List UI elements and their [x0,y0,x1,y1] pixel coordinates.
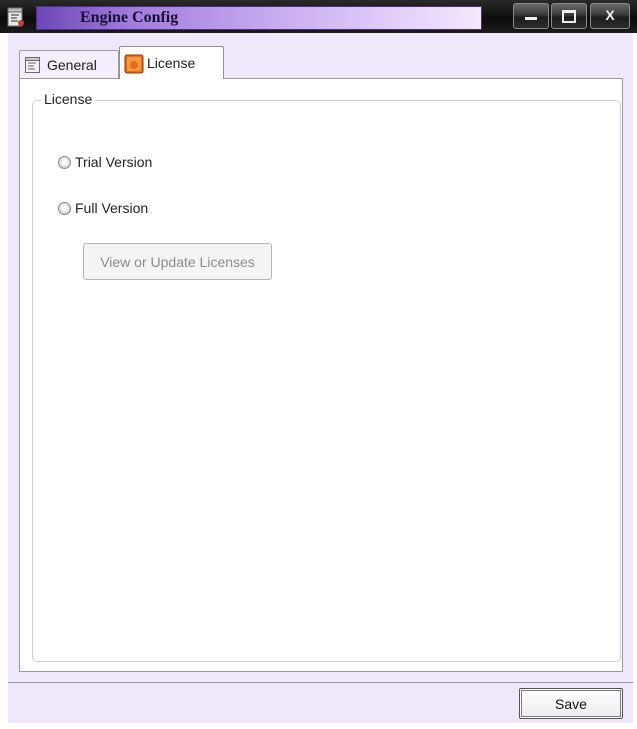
license-tab-page: License Trial Version Full Version View … [19,78,623,672]
tab-license[interactable]: License [119,46,224,79]
close-icon: X [605,7,615,23]
title-panel: Engine Config [36,6,482,30]
engine-config-window: Engine Config X General License License … [0,0,637,729]
license-group-legend: License [41,91,96,107]
trial-version-option[interactable]: Trial Version [58,154,152,170]
footer-divider [8,682,633,683]
full-version-radio[interactable] [58,201,71,215]
tab-general-label: General [47,56,97,73]
trial-version-radio[interactable] [58,155,71,169]
close-button[interactable]: X [590,3,630,29]
app-scroll-icon[interactable] [6,6,26,28]
license-groupbox [32,100,621,662]
full-version-label[interactable]: Full Version [75,200,148,216]
title-bar[interactable]: Engine Config X [0,0,637,33]
save-button[interactable]: Save [519,688,623,719]
window-title: Engine Config [80,9,179,26]
tab-license-label: License [147,55,196,71]
maximize-button[interactable] [551,3,587,29]
maximize-icon [562,10,576,23]
minimize-icon [525,17,537,20]
client-area: General License License Trial Version Fu… [8,33,633,723]
minimize-button[interactable] [513,3,549,29]
full-version-option[interactable]: Full Version [58,200,148,216]
trial-version-label[interactable]: Trial Version [75,154,152,170]
general-scroll-icon [24,56,42,74]
view-update-licenses-button[interactable]: View or Update Licenses [83,243,272,280]
tab-general[interactable]: General [19,50,119,78]
license-icon [124,54,144,74]
